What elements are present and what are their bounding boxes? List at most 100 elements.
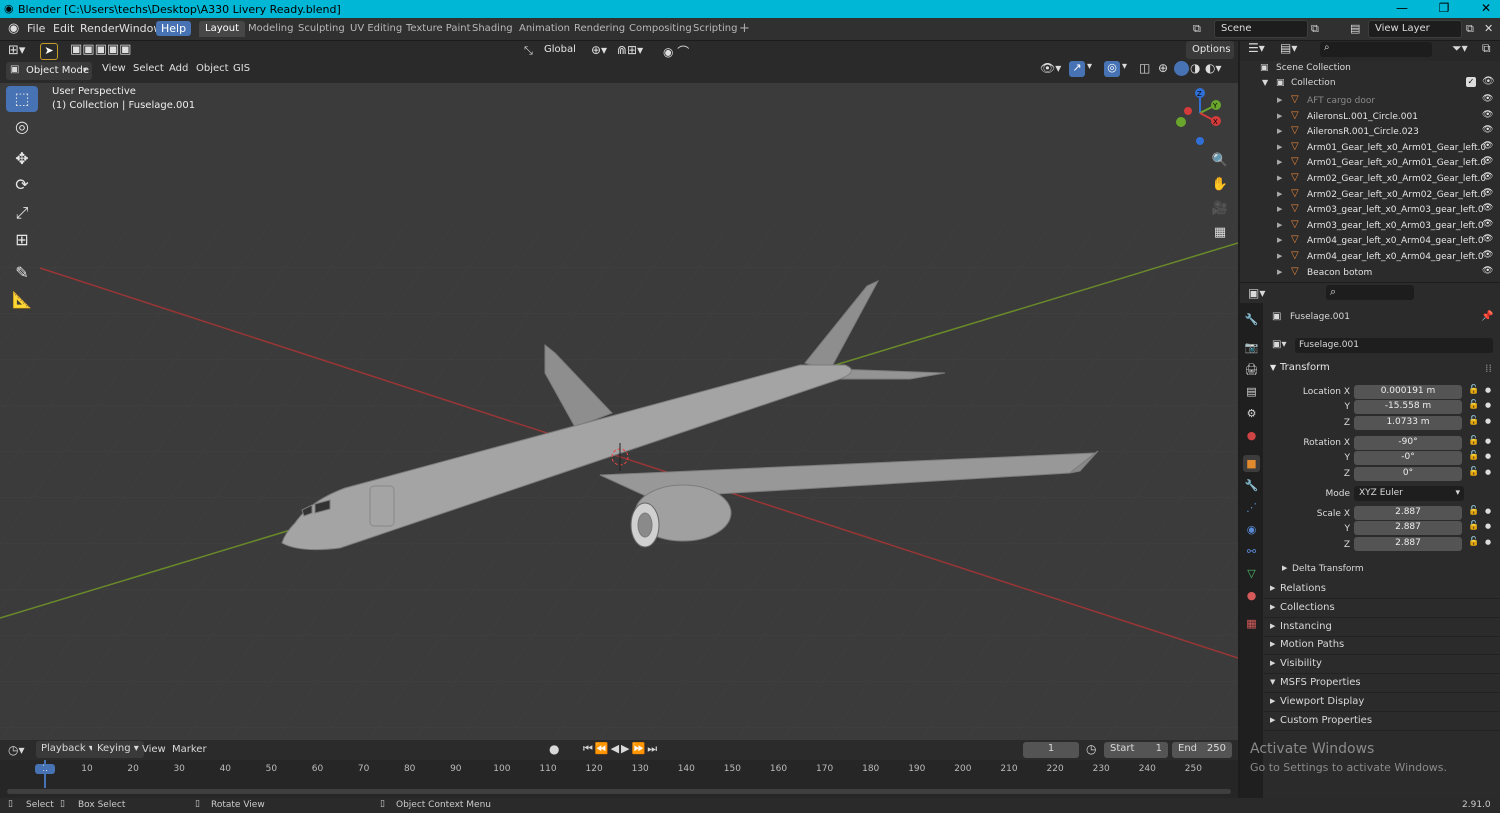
drag-handle-icon[interactable]: ⁞⁞ bbox=[1485, 362, 1492, 375]
rotate-tool-icon[interactable]: ⟳ bbox=[6, 172, 38, 198]
rotation-mode-dropdown[interactable]: XYZ Euler ▾ bbox=[1354, 486, 1464, 501]
overlays-toggle-icon[interactable]: ◎ bbox=[1104, 61, 1120, 77]
xray-icon[interactable]: ◫ bbox=[1139, 61, 1150, 75]
lock-icon[interactable]: 🔓 bbox=[1468, 467, 1479, 477]
texture-tab-icon[interactable]: ▦ bbox=[1243, 615, 1260, 632]
row-expand-icon[interactable]: ▶ bbox=[1277, 127, 1282, 135]
properties-editor-icon[interactable]: ▣▾ bbox=[1248, 286, 1265, 300]
new-scene-icon[interactable]: ⧉ bbox=[1311, 22, 1319, 36]
timeline[interactable]: 1102030405060708090100110120130140150160… bbox=[0, 760, 1238, 798]
tab-sculpting[interactable]: Sculpting bbox=[292, 21, 351, 37]
pivot-point-icon[interactable]: ⊕▾ bbox=[591, 43, 607, 57]
tab-modeling[interactable]: Modeling bbox=[242, 21, 300, 37]
scale-x-field[interactable]: 2.887 bbox=[1354, 506, 1462, 520]
transform-header[interactable]: Transform bbox=[1280, 362, 1330, 373]
eye-icon[interactable]: 👁 bbox=[1482, 266, 1493, 276]
properties-section[interactable]: ▶ Relations bbox=[1264, 582, 1500, 599]
eye-icon[interactable]: 👁 bbox=[1482, 110, 1493, 120]
location-x-field[interactable]: 0.000191 m bbox=[1354, 385, 1462, 399]
outliner-row[interactable]: ▶ ▽ AileronsL.001_Circle.001 👁 bbox=[1240, 110, 1500, 126]
keyframe-dot-icon[interactable]: ● bbox=[1485, 401, 1491, 409]
world-tab-icon[interactable]: ● bbox=[1243, 427, 1260, 444]
view-layer-icon[interactable]: ▤ bbox=[1350, 22, 1360, 35]
preview-range-icon[interactable]: ◷ bbox=[1086, 742, 1096, 756]
mode-dropdown[interactable]: ▣ Object Mode ▾ bbox=[6, 62, 92, 80]
tab-scripting[interactable]: Scripting bbox=[687, 21, 743, 37]
menu-add[interactable]: Add bbox=[169, 63, 188, 74]
playback-menu[interactable]: Playback ▾ bbox=[36, 741, 99, 758]
proportional-edit-icon[interactable]: ◉ ⌒ bbox=[663, 43, 689, 60]
options-dropdown[interactable]: Options bbox=[1186, 41, 1234, 59]
data-tab-icon[interactable]: ▽ bbox=[1243, 565, 1260, 582]
modifier-tab-icon[interactable]: 🔧 bbox=[1243, 477, 1260, 494]
lock-icon[interactable]: 🔓 bbox=[1468, 385, 1479, 395]
end-frame-field[interactable]: End 250 bbox=[1172, 742, 1232, 758]
outliner-row[interactable]: ▶ ▽ Arm03_gear_left_x0_Arm03_gear_left.0 👁 bbox=[1240, 203, 1500, 219]
record-icon[interactable]: ● bbox=[549, 742, 559, 756]
ortho-grid-icon[interactable]: ▦ bbox=[1209, 222, 1231, 244]
row-expand-icon[interactable]: ▶ bbox=[1277, 252, 1282, 260]
outliner-row[interactable]: ▶ ▽ Arm04_gear_left_x0_Arm04_gear_left.0 👁 bbox=[1240, 234, 1500, 250]
tab-shading[interactable]: Shading bbox=[466, 21, 519, 37]
eye-icon[interactable]: 👁 bbox=[1482, 188, 1493, 198]
add-workspace-icon[interactable]: + bbox=[739, 21, 750, 36]
tab-animation[interactable]: Animation bbox=[513, 21, 576, 37]
outliner-editor-icon[interactable]: ☰▾ bbox=[1248, 41, 1265, 55]
render-tab-icon[interactable]: 📷 bbox=[1243, 339, 1260, 356]
scene-icon[interactable]: ⧉ bbox=[1193, 22, 1201, 36]
output-tab-icon[interactable]: 🖨 bbox=[1243, 361, 1260, 378]
lock-icon[interactable]: 🔓 bbox=[1468, 451, 1479, 461]
eye-icon[interactable]: 👁 bbox=[1482, 141, 1493, 151]
collection-checkbox[interactable]: ✓ bbox=[1466, 77, 1476, 87]
eye-icon[interactable]: 👁 bbox=[1482, 250, 1493, 260]
current-frame-field[interactable]: 1 bbox=[1023, 742, 1079, 758]
row-expand-icon[interactable]: ▶ bbox=[1277, 143, 1282, 151]
gizmo-dropdown-icon[interactable]: ▾ bbox=[1087, 61, 1092, 72]
menu-gis[interactable]: GIS bbox=[233, 63, 250, 74]
object-name-field[interactable]: Fuselage.001 bbox=[1295, 338, 1493, 353]
playback-controls-icons[interactable]: ⏮⏪◀▶⏩⏭ bbox=[583, 742, 659, 756]
object-type-icon[interactable]: ▣▾ bbox=[1272, 339, 1286, 350]
collection-eye-icon[interactable]: 👁 bbox=[1482, 76, 1495, 87]
outliner-row[interactable]: ▶ ▽ Arm02_Gear_left_x0_Arm02_Gear_left.0 👁 bbox=[1240, 172, 1500, 188]
tab-uv-editing[interactable]: UV Editing bbox=[344, 21, 408, 37]
eye-icon[interactable]: 👁 bbox=[1482, 234, 1493, 244]
lock-icon[interactable]: 🔓 bbox=[1468, 400, 1479, 410]
keying-menu[interactable]: Keying ▾ bbox=[92, 741, 144, 758]
menu-object[interactable]: Object bbox=[196, 63, 229, 74]
row-expand-icon[interactable]: ▶ bbox=[1277, 205, 1282, 213]
scene-collection-label[interactable]: Scene Collection bbox=[1276, 63, 1351, 73]
filter-icon[interactable]: ⏷▾ bbox=[1452, 41, 1468, 56]
lock-icon[interactable]: 🔓 bbox=[1468, 537, 1479, 547]
maximize-icon[interactable]: ❐ bbox=[1430, 1, 1458, 15]
rotation-y-field[interactable]: -0° bbox=[1354, 451, 1462, 465]
visibility-icon[interactable]: 👁▾ bbox=[1040, 61, 1061, 75]
row-expand-icon[interactable]: ▶ bbox=[1277, 268, 1282, 276]
keyframe-dot-icon[interactable]: ● bbox=[1485, 468, 1491, 476]
material-shading-icon[interactable]: ◑ bbox=[1190, 61, 1200, 75]
constraints-tab-icon[interactable]: ⚯ bbox=[1243, 543, 1260, 560]
outliner-row[interactable]: ▶ ▽ Arm04_gear_left_x0_Arm04_gear_left.0 👁 bbox=[1240, 250, 1500, 266]
snap-icon[interactable]: ⋒⊞▾ bbox=[617, 43, 643, 57]
pan-hand-icon[interactable]: ✋ bbox=[1209, 174, 1231, 196]
measure-tool-icon[interactable]: 📐 bbox=[6, 287, 38, 313]
close-icon[interactable]: ✕ bbox=[1472, 1, 1500, 15]
properties-section[interactable]: ▼ MSFS Properties bbox=[1264, 676, 1500, 693]
scene-selector[interactable]: Scene bbox=[1214, 20, 1308, 38]
outliner-search-input[interactable]: ⌕ bbox=[1320, 42, 1432, 57]
display-mode-icon[interactable]: ▤▾ bbox=[1280, 41, 1297, 55]
rotation-z-field[interactable]: 0° bbox=[1354, 467, 1462, 481]
keyframe-dot-icon[interactable]: ● bbox=[1485, 386, 1491, 394]
timeline-editor-icon[interactable]: ◷▾ bbox=[8, 743, 25, 757]
annotate-tool-icon[interactable]: ✎ bbox=[6, 260, 38, 286]
keyframe-dot-icon[interactable]: ● bbox=[1485, 417, 1491, 425]
keyframe-dot-icon[interactable]: ● bbox=[1485, 522, 1491, 530]
keyframe-dot-icon[interactable]: ● bbox=[1485, 507, 1491, 515]
move-tool-icon[interactable]: ✥ bbox=[6, 146, 38, 172]
select-box-tool-icon[interactable]: ⬚ bbox=[6, 86, 38, 112]
properties-section[interactable]: ▶ Collections bbox=[1264, 601, 1500, 618]
keyframe-dot-icon[interactable]: ● bbox=[1485, 437, 1491, 445]
tab-layout[interactable]: Layout bbox=[199, 21, 245, 37]
marker-menu[interactable]: Marker bbox=[172, 744, 207, 755]
transform-tool-icon[interactable]: ⊞ bbox=[6, 227, 38, 253]
